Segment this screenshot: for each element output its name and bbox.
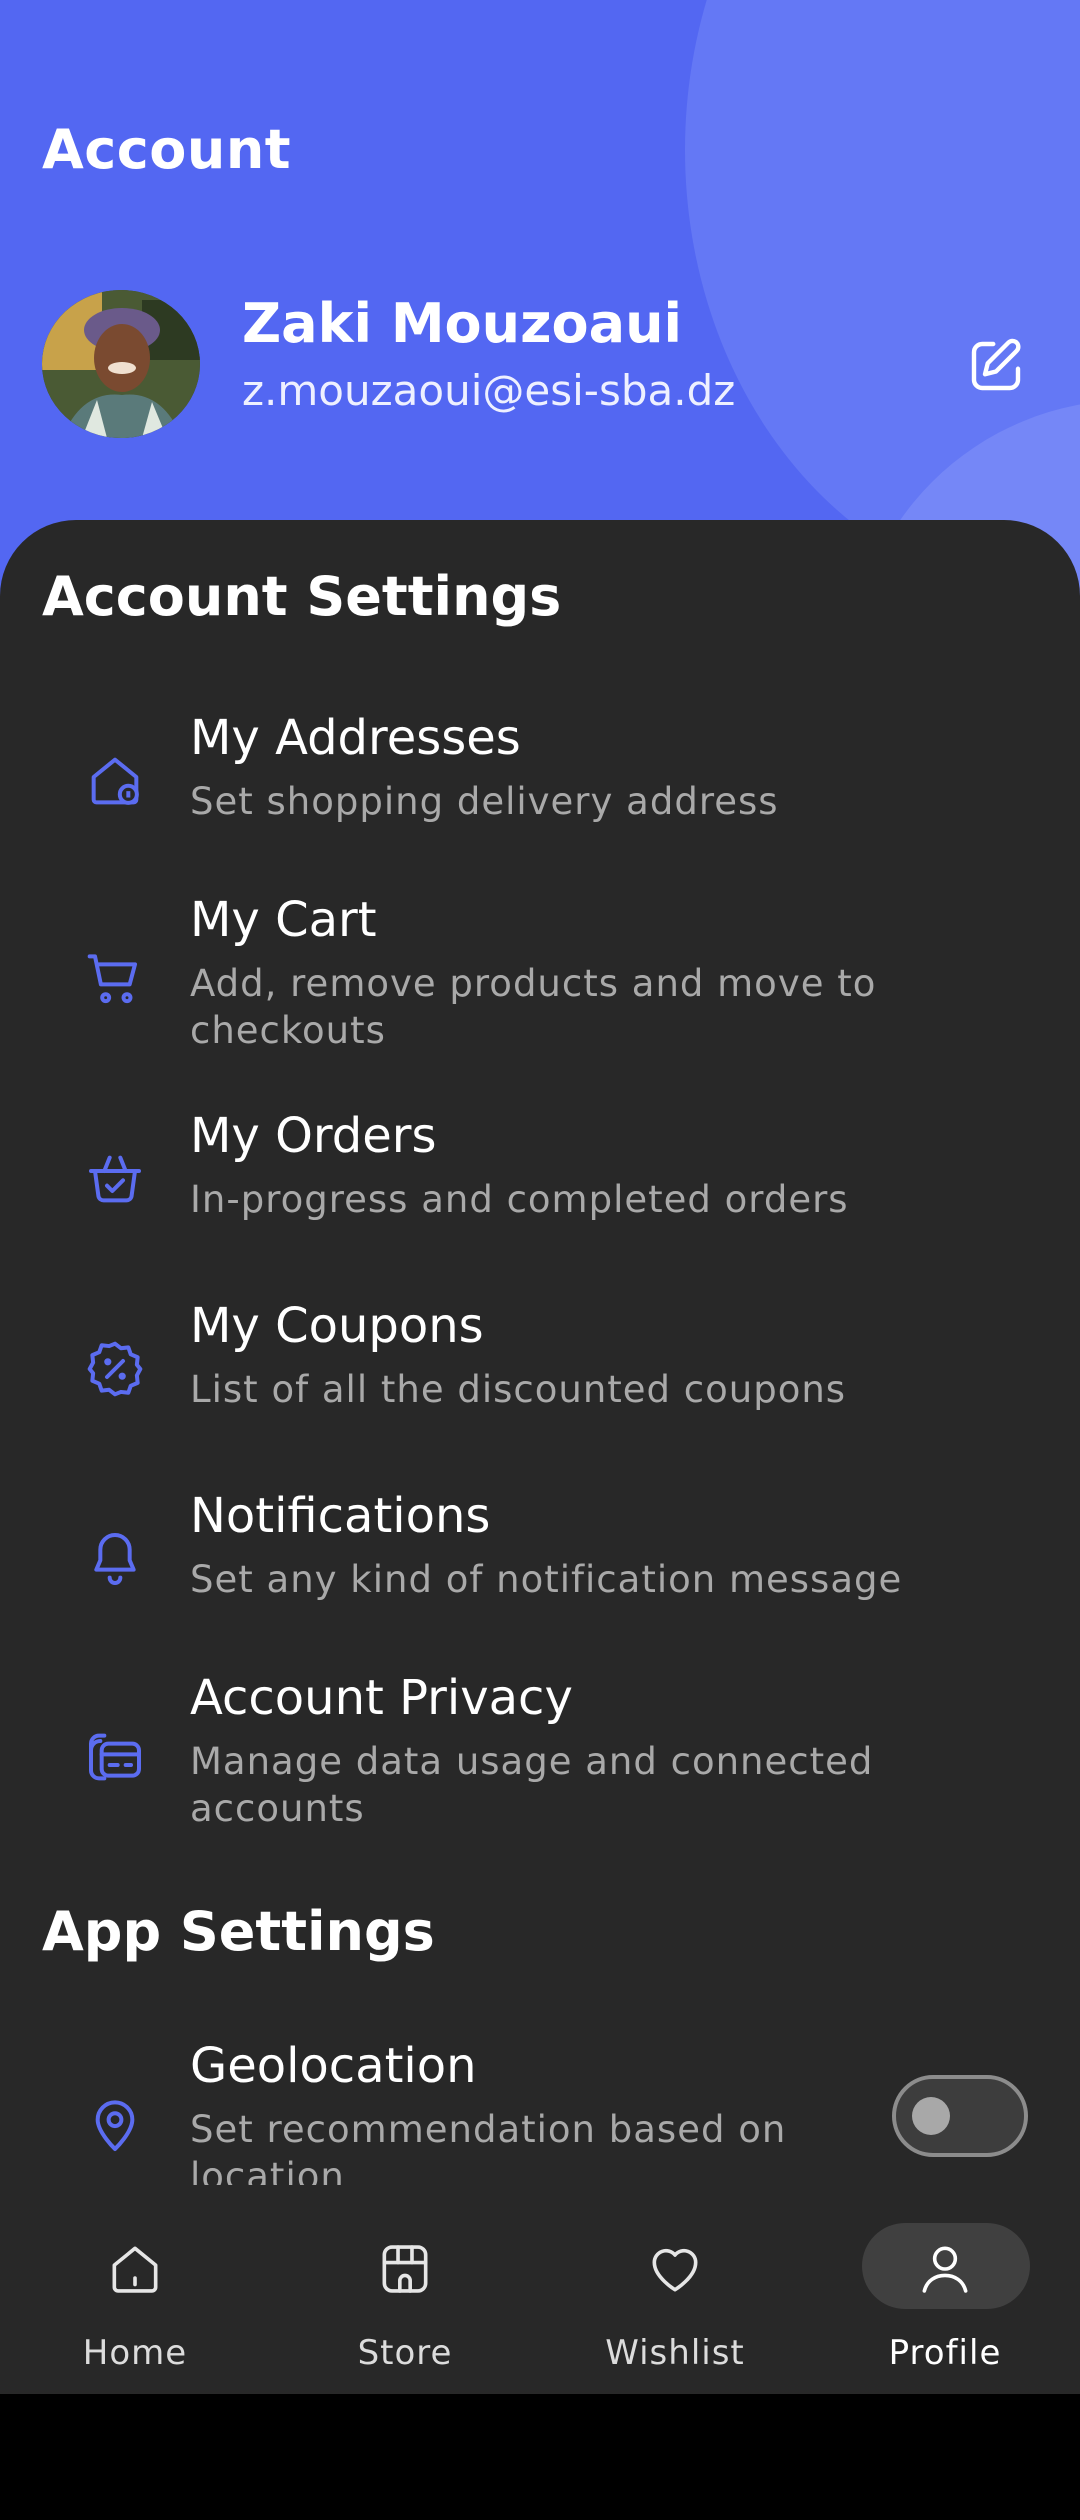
user-email: z.mouzaoui@esi-sba.dz xyxy=(242,366,736,415)
settings-item-subtitle: Set shopping delivery address xyxy=(190,780,779,823)
settings-item-title: Geolocation xyxy=(190,2038,477,2094)
settings-item-title: Notifications xyxy=(190,1488,491,1544)
nav-item-wishlist[interactable]: Wishlist xyxy=(590,2185,760,2394)
nav-item-home[interactable]: Home xyxy=(50,2185,220,2394)
geolocation-toggle[interactable] xyxy=(892,2075,1028,2157)
account-settings-heading: Account Settings xyxy=(42,565,562,628)
page-title: Account xyxy=(42,118,292,181)
settings-item-subtitle: In-progress and completed orders xyxy=(190,1178,849,1221)
settings-item-subtitle: List of all the discounted coupons xyxy=(190,1368,847,1411)
settings-item-title: My Addresses xyxy=(190,710,521,766)
account-screen: Account Zaki Mouzoaui z.mouzaoui@esi-sba… xyxy=(0,0,1080,2394)
settings-item-title: Account Privacy xyxy=(190,1670,573,1726)
avatar[interactable] xyxy=(42,290,200,438)
basket-check-icon xyxy=(80,1144,150,1214)
user-name: Zaki Mouzoaui xyxy=(242,292,683,355)
cart-icon xyxy=(80,944,150,1014)
settings-item-title: My Cart xyxy=(190,892,377,948)
settings-item-title: My Orders xyxy=(190,1108,437,1164)
edit-icon xyxy=(971,338,1021,391)
bell-icon xyxy=(80,1524,150,1594)
toggle-knob xyxy=(912,2097,950,2135)
nav-label: Profile xyxy=(888,2333,1002,2373)
settings-item-title: My Coupons xyxy=(190,1298,484,1354)
heart-icon xyxy=(639,2233,711,2305)
settings-item-subtitle: Add, remove products and move to checkou… xyxy=(190,962,877,1052)
profile-header: Account Zaki Mouzoaui z.mouzaoui@esi-sba… xyxy=(0,0,1080,600)
settings-item-subtitle: Manage data usage and connected accounts xyxy=(190,1740,874,1830)
nav-label: Store xyxy=(357,2333,453,2373)
security-card-icon xyxy=(80,1722,150,1792)
settings-item-subtitle: Set any kind of notification message xyxy=(190,1558,903,1601)
edit-profile-button[interactable] xyxy=(955,325,1037,407)
nav-item-profile[interactable]: Profile xyxy=(860,2185,1030,2394)
nav-label: Wishlist xyxy=(605,2333,745,2373)
home-icon xyxy=(99,2233,171,2305)
location-pin-icon xyxy=(80,2090,150,2160)
nav-item-store[interactable]: Store xyxy=(320,2185,490,2394)
nav-label: Home xyxy=(82,2333,188,2373)
home-location-icon xyxy=(80,746,150,816)
discount-badge-icon xyxy=(80,1334,150,1404)
user-icon xyxy=(909,2233,981,2305)
app-settings-heading: App Settings xyxy=(42,1900,435,1963)
shop-icon xyxy=(369,2233,441,2305)
bottom-navigation: Home Store Wishlist Profile xyxy=(0,2185,1080,2394)
